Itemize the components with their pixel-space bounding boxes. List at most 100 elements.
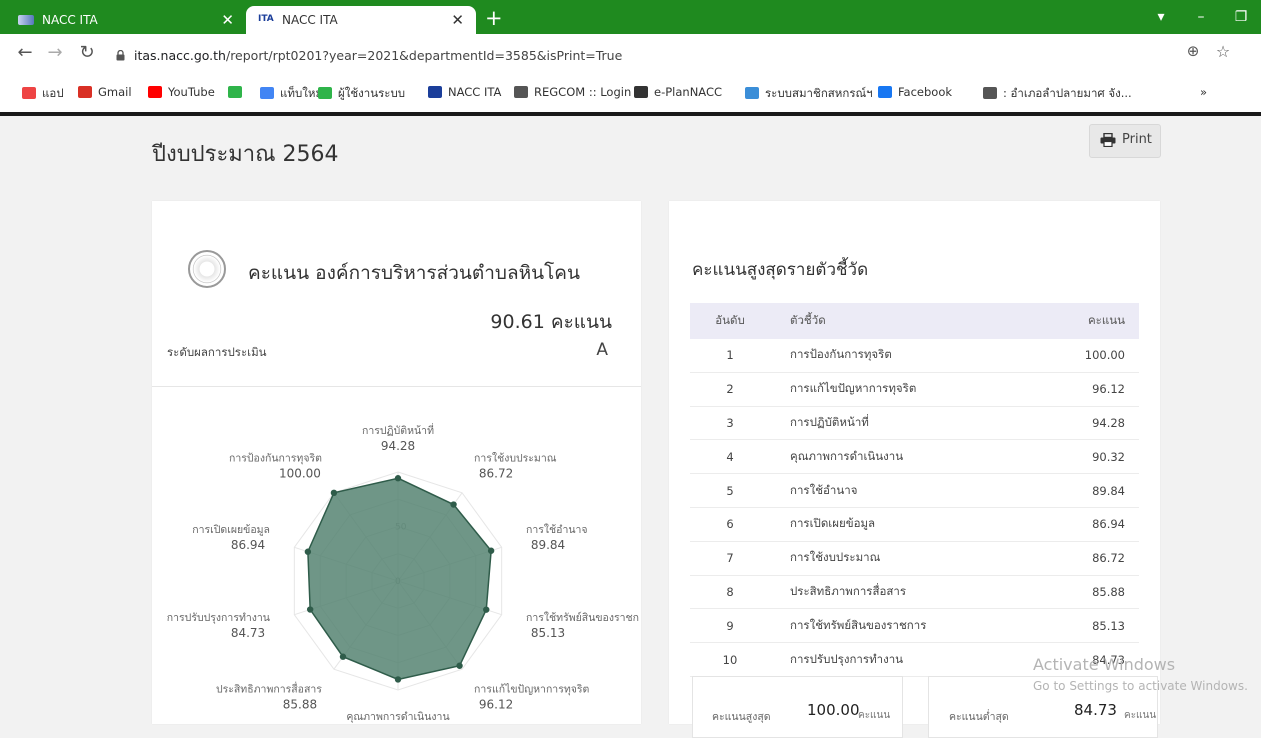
bookmark-item[interactable]: : อำเภอลำปลายมาศ จัง... (983, 85, 1132, 103)
bookmark-label: ระบบสมาชิกสหกรณ์ฯ (765, 86, 873, 100)
indicator-cell: การปรับปรุงการทำงาน (770, 642, 1024, 677)
header-rank: อันดับ (690, 303, 770, 339)
score-cell: 85.88 (1024, 575, 1139, 610)
minimize-icon[interactable]: – (1181, 0, 1221, 34)
restore-icon[interactable]: ❐ (1221, 0, 1261, 34)
rank-cell: 5 (690, 473, 770, 508)
close-tab-icon[interactable]: ✕ (221, 11, 234, 29)
address-toolbar: ← → ↻ itas.nacc.go.th/report/rpt0201?yea… (0, 34, 1261, 74)
bookmark-item[interactable]: e-PlanNACC (634, 85, 722, 99)
radar-point (487, 547, 495, 554)
radar-axis-label: การใช้งบประมาณ (474, 451, 557, 464)
radar-value-label: 96.12 (479, 698, 513, 712)
max-score-box: คะแนนสูงสุด 100.00 คะแนน (692, 676, 903, 738)
radar-point (450, 501, 457, 508)
reload-icon[interactable]: ↻ (76, 42, 98, 63)
bookmark-item[interactable]: NACC ITA (428, 85, 501, 99)
tab-search-icon[interactable]: ▾ (1141, 0, 1181, 34)
url-host: itas.nacc.go.th (134, 48, 226, 63)
bookmark-item[interactable]: ระบบสมาชิกสหกรณ์ฯ (745, 85, 873, 103)
bookmark-item[interactable]: Gmail (78, 85, 132, 99)
close-tab-icon[interactable]: ✕ (451, 11, 464, 29)
table-row: 2 การแก้ไขปัญหาการทุจริต 96.12 (690, 372, 1139, 407)
google-icon (260, 87, 274, 99)
bookmark-item[interactable]: YouTube (148, 85, 215, 99)
table-row: 9 การใช้ทรัพย์สินของราชการ 85.13 (690, 608, 1139, 644)
radar-axis-label: คุณภาพการดำเนินงาน (346, 711, 449, 723)
bookmark-item[interactable]: แอป (22, 85, 64, 103)
max-score-unit: คะแนน (858, 710, 891, 721)
indicator-cell: การใช้งบประมาณ (770, 541, 1024, 576)
address-bar[interactable]: itas.nacc.go.th/report/rpt0201?year=2021… (134, 48, 622, 63)
radar-value-label: 86.94 (231, 538, 265, 552)
radar-axis-label: การเปิดเผยข้อมูล (192, 524, 270, 536)
lock-icon[interactable] (116, 50, 125, 61)
home-icon (634, 86, 648, 98)
rank-cell: 4 (690, 439, 770, 475)
grade-label: ระดับผลการประเมิน (167, 345, 267, 359)
radar-axis-label: การปฏิบัติหน้าที่ (362, 423, 434, 437)
table-row: 1 การป้องกันการทุจริต 100.00 (690, 339, 1139, 373)
score-cell: 96.12 (1024, 372, 1139, 407)
radar-axis-label: ประสิทธิภาพการสื่อสาร (216, 682, 322, 696)
bookmark-label: YouTube (168, 85, 215, 99)
bookmark-item[interactable]: Facebook (878, 85, 952, 99)
bookmark-label: แท็บใหม่ (280, 86, 324, 100)
bookmark-item[interactable]: แท็บใหม่ (260, 85, 323, 103)
radar-value-label: 85.88 (283, 698, 317, 712)
bookmark-star-icon[interactable]: ☆ (1212, 42, 1234, 61)
rank-cell: 1 (690, 339, 770, 373)
total-score: 90.61 คะแนน (490, 311, 612, 333)
zoom-icon[interactable]: ⊕ (1182, 42, 1204, 60)
radar-axis-label: การป้องกันการทุจริต (229, 452, 322, 464)
grade-value: A (596, 340, 608, 360)
bookmark-label: ผู้ใช้งานระบบ (338, 86, 406, 100)
bookmark-label: REGCOM :: Login (534, 85, 632, 99)
ranking-title: คะแนนสูงสุดรายตัวชี้วัด (692, 260, 869, 280)
green-s-icon (318, 87, 332, 99)
bookmarks-overflow-button[interactable]: » (1200, 85, 1207, 99)
min-score-label: คะแนนต่ำสุด (949, 711, 1009, 723)
activate-windows-title: Activate Windows (1033, 655, 1176, 674)
tab-title: NACC ITA (282, 13, 338, 27)
bookmark-label: Gmail (98, 85, 132, 99)
rank-cell: 3 (690, 406, 770, 441)
score-cell: 86.72 (1024, 541, 1139, 576)
page-top-border (0, 112, 1261, 116)
tab-title: NACC ITA (42, 13, 98, 27)
bookmark-label: : อำเภอลำปลายมาศ จัง... (1003, 86, 1132, 100)
score-cell: 100.00 (1024, 339, 1139, 373)
indicator-cell: การป้องกันการทุจริต (770, 339, 1024, 373)
radar-value-label: 94.28 (381, 439, 415, 453)
print-button[interactable]: Print (1089, 124, 1161, 158)
back-arrow-icon[interactable]: ← (14, 42, 36, 63)
radar-data-area (307, 477, 492, 681)
bookmark-label: Facebook (898, 85, 953, 99)
green-s-icon (228, 86, 242, 98)
forward-arrow-icon[interactable]: → (44, 42, 66, 63)
nacc-favicon-icon (18, 15, 34, 25)
coop-icon (745, 87, 759, 99)
gmail-icon (78, 86, 92, 98)
bookmark-item[interactable] (228, 85, 248, 99)
table-row: 6 การเปิดเผยข้อมูล 86.94 (690, 507, 1139, 542)
max-score-value: 100.00 (807, 701, 860, 719)
new-tab-button[interactable]: + (485, 6, 503, 30)
radar-point (306, 606, 314, 613)
header-indicator: ตัวชี้วัด (770, 303, 1024, 339)
window-controls: ▾ – ❐ (1141, 0, 1261, 34)
indicator-cell: การปฏิบัติหน้าที่ (770, 406, 1024, 441)
ita-icon (428, 86, 442, 98)
browser-tab-1[interactable]: NACC ITA ✕ (6, 6, 246, 34)
globe-icon (983, 87, 997, 99)
radar-point (456, 662, 463, 669)
header-score: คะแนน (1024, 303, 1139, 339)
min-score-value: 84.73 (1074, 701, 1117, 719)
activate-windows-subtitle: Go to Settings to activate Windows. (1033, 679, 1248, 693)
browser-tab-2-active[interactable]: ITA NACC ITA ✕ (246, 6, 476, 34)
bookmark-item[interactable]: ผู้ใช้งานระบบ (318, 85, 405, 103)
rank-cell: 6 (690, 507, 770, 542)
radar-point (330, 489, 338, 497)
indicator-cell: ประสิทธิภาพการสื่อสาร (770, 575, 1024, 610)
bookmark-item[interactable]: REGCOM :: Login (514, 85, 631, 99)
